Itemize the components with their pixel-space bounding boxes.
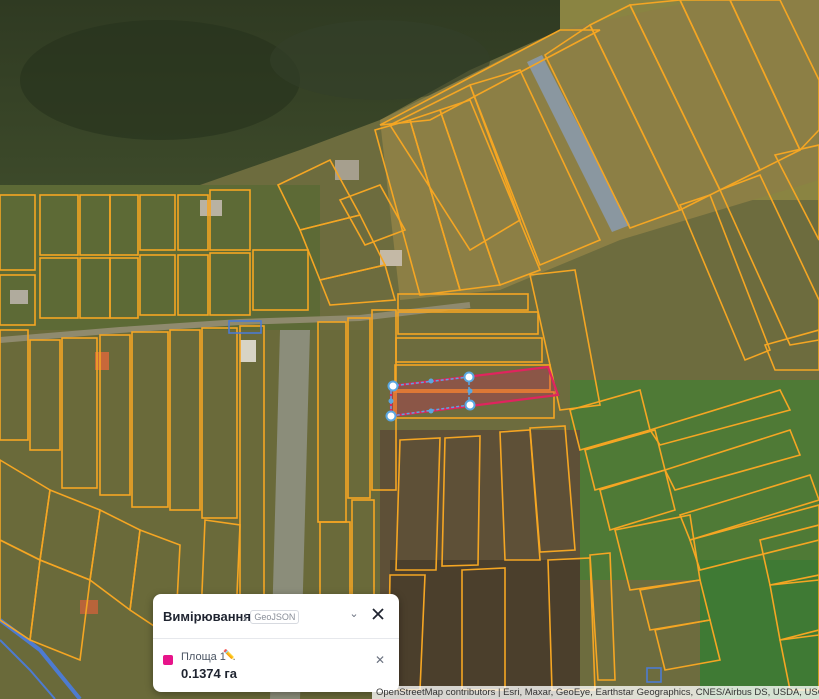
vertex-handle[interactable] bbox=[385, 410, 397, 422]
pencil-icon[interactable]: ✏️ bbox=[223, 650, 235, 661]
measurement-color-swatch[interactable] bbox=[163, 655, 173, 665]
measurement-value: 0.1374 га bbox=[181, 666, 238, 681]
vertex-handle[interactable] bbox=[463, 371, 475, 383]
satellite-map[interactable] bbox=[0, 0, 819, 699]
chevron-down-icon[interactable]: ⌄ bbox=[347, 607, 361, 621]
midpoint-handle[interactable] bbox=[428, 378, 434, 384]
close-icon[interactable] bbox=[369, 605, 387, 623]
midpoint-handle[interactable] bbox=[388, 398, 394, 404]
midpoint-handle[interactable] bbox=[467, 388, 473, 394]
map-attribution: OpenStreetMap contributors | Esri, Maxar… bbox=[372, 686, 819, 699]
vertex-handle[interactable] bbox=[387, 380, 399, 392]
remove-measurement-icon[interactable]: ✕ bbox=[375, 653, 385, 667]
geojson-label: GeoJSON bbox=[250, 610, 300, 624]
measurement-panel: Вимірювання ⤓ GeoJSON ⌄ Площа 1 ✏️ 0.137… bbox=[153, 594, 399, 692]
measurement-name: Площа 1 bbox=[181, 651, 226, 663]
measurement-row[interactable]: Площа 1 ✏️ 0.1374 га ✕ bbox=[153, 646, 399, 686]
panel-header: Вимірювання ⤓ GeoJSON ⌄ bbox=[153, 594, 399, 639]
download-icon: ⤓ bbox=[243, 611, 248, 623]
midpoint-handle[interactable] bbox=[428, 408, 434, 414]
panel-title: Вимірювання bbox=[163, 609, 251, 624]
geojson-export-button[interactable]: ⤓ GeoJSON bbox=[243, 610, 300, 624]
vertex-handle[interactable] bbox=[464, 399, 476, 411]
